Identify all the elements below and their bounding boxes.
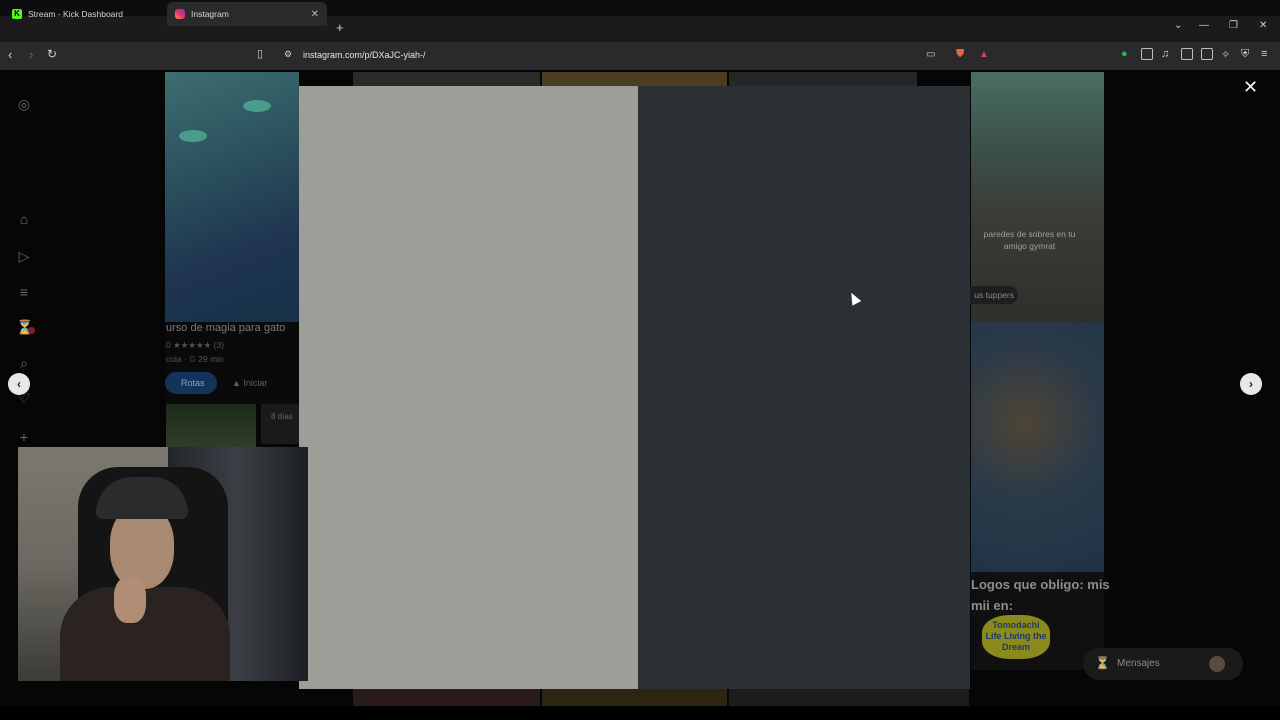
instagram-favicon-icon [175, 9, 185, 19]
tab-instagram[interactable]: Instagram ✕ [167, 2, 327, 26]
post-thumbnail-bottom-2[interactable] [542, 686, 727, 706]
media-icon[interactable]: ♫ [1161, 48, 1169, 60]
iniciar-button[interactable]: ▲ Iniciar [232, 378, 267, 388]
cast-icon[interactable]: ▭ [926, 49, 935, 60]
filter-icon[interactable]: ≡ [16, 284, 32, 300]
post-thumbnail-dias[interactable] [261, 404, 299, 444]
tab-kick-dashboard[interactable]: K Stream - Kick Dashboard [4, 2, 164, 26]
reels-icon[interactable]: ▷ [16, 248, 32, 264]
avatar [1209, 656, 1225, 672]
tab-title: Instagram [191, 9, 229, 19]
messages-button[interactable]: ⏳ Mensajes [1083, 648, 1243, 680]
extensions-icon[interactable] [1141, 48, 1153, 60]
restore-button[interactable]: ❐ [1229, 20, 1238, 31]
post-details-panel[interactable] [638, 86, 970, 689]
post-thumbnail-cat[interactable] [971, 322, 1104, 572]
modal-close-icon[interactable]: ✕ [1243, 78, 1258, 96]
anime-eye-left [179, 130, 207, 142]
leo-ai-icon[interactable]: ✧ [1221, 48, 1230, 61]
reload-icon[interactable]: ↻ [47, 47, 57, 61]
post-thumbnail-anime[interactable] [165, 72, 299, 322]
previous-post-button[interactable]: ‹ [8, 373, 30, 395]
instagram-icon[interactable]: ◎ [16, 96, 32, 112]
sidebar-toggle-icon[interactable] [1181, 48, 1193, 60]
wallet-icon[interactable] [1201, 48, 1213, 60]
logos-caption: Logos que obligo: mis mii en: [971, 577, 1110, 613]
post-thumbnail-green[interactable] [166, 404, 256, 448]
gym-caption: paredes de sobres en tu amigo gymrat [983, 229, 1076, 251]
course-title: urso de magia para gato [166, 322, 286, 334]
rotas-button[interactable]: Rotas [165, 372, 217, 394]
minimize-button[interactable]: — [1199, 20, 1209, 31]
course-meta: cola · ⏲ 29 min [166, 354, 224, 364]
menu-icon[interactable]: ≡ [1261, 48, 1267, 60]
bottom-edge [0, 706, 1280, 720]
post-thumbnail-gym[interactable] [971, 72, 1104, 322]
forward-icon[interactable]: › [29, 47, 33, 62]
url-text: instagram.com/p/DXaJC-yiah-/ [303, 50, 426, 60]
back-icon[interactable]: ‹ [8, 47, 12, 62]
brave-shield-icon[interactable]: ⛊ [956, 48, 964, 61]
post-thumbnail-bottom-3[interactable] [729, 686, 969, 706]
webcam-overlay [18, 447, 308, 681]
course-rating: 0 ★★★★★ (3) [166, 340, 224, 350]
post-age-label: 8 días [271, 412, 293, 421]
new-tab-button[interactable]: + [336, 20, 344, 35]
post-thumbnail-bottom-1[interactable] [353, 686, 540, 706]
close-tab-icon[interactable]: ✕ [311, 9, 319, 20]
brave-rewards-icon[interactable]: ▲ [979, 49, 989, 60]
next-post-button[interactable]: › [1240, 373, 1262, 395]
home-icon[interactable]: ⌂ [16, 211, 32, 227]
post-media-panel[interactable] [299, 86, 638, 689]
messages-label: Mensajes [1117, 658, 1160, 669]
tab-title: Stream - Kick Dashboard [28, 9, 123, 19]
kick-favicon-icon: K [12, 9, 22, 19]
person-hand [114, 577, 146, 623]
bookmark-icon[interactable]: ▯ [257, 47, 263, 60]
anime-eye-right [243, 100, 271, 112]
site-info-icon[interactable]: ⚙ [284, 49, 292, 60]
close-window-button[interactable]: ✕ [1259, 20, 1267, 31]
vpn-icon[interactable]: ⛨ [1241, 48, 1249, 61]
create-icon[interactable]: + [16, 429, 32, 445]
messages-icon: ⏳ [1095, 656, 1110, 670]
screen: K Stream - Kick Dashboard Instagram ✕ + … [0, 0, 1280, 720]
tomodachi-logo-text: Tomodachi Life Living the Dream [985, 620, 1047, 652]
gym-pill[interactable]: us tuppers [962, 286, 1018, 304]
extension-green-icon[interactable]: ● [1121, 48, 1128, 60]
tab-list-chevron-icon[interactable]: ⌄ [1174, 20, 1182, 31]
iniciar-label: Iniciar [243, 378, 268, 388]
notification-badge [28, 327, 35, 334]
search-icon[interactable]: ⌕ [16, 355, 32, 371]
